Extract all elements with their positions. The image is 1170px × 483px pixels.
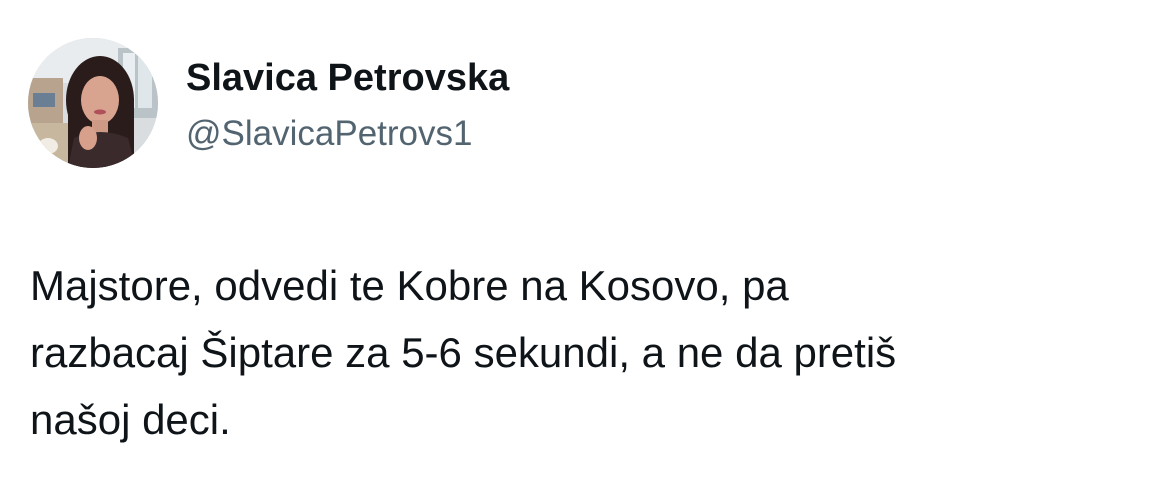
user-handle[interactable]: @SlavicaPetrovs1 bbox=[186, 114, 509, 154]
avatar[interactable] bbox=[28, 38, 158, 168]
profile-photo-icon bbox=[28, 38, 158, 168]
user-info[interactable]: Slavica Petrovska @SlavicaPetrovs1 bbox=[186, 56, 509, 154]
tweet-card[interactable]: Slavica Petrovska @SlavicaPetrovs1 Majst… bbox=[0, 0, 1170, 483]
display-name[interactable]: Slavica Petrovska bbox=[186, 56, 509, 100]
tweet-text: Majstore, odvedi te Kobre na Kosovo, pa … bbox=[30, 262, 897, 443]
